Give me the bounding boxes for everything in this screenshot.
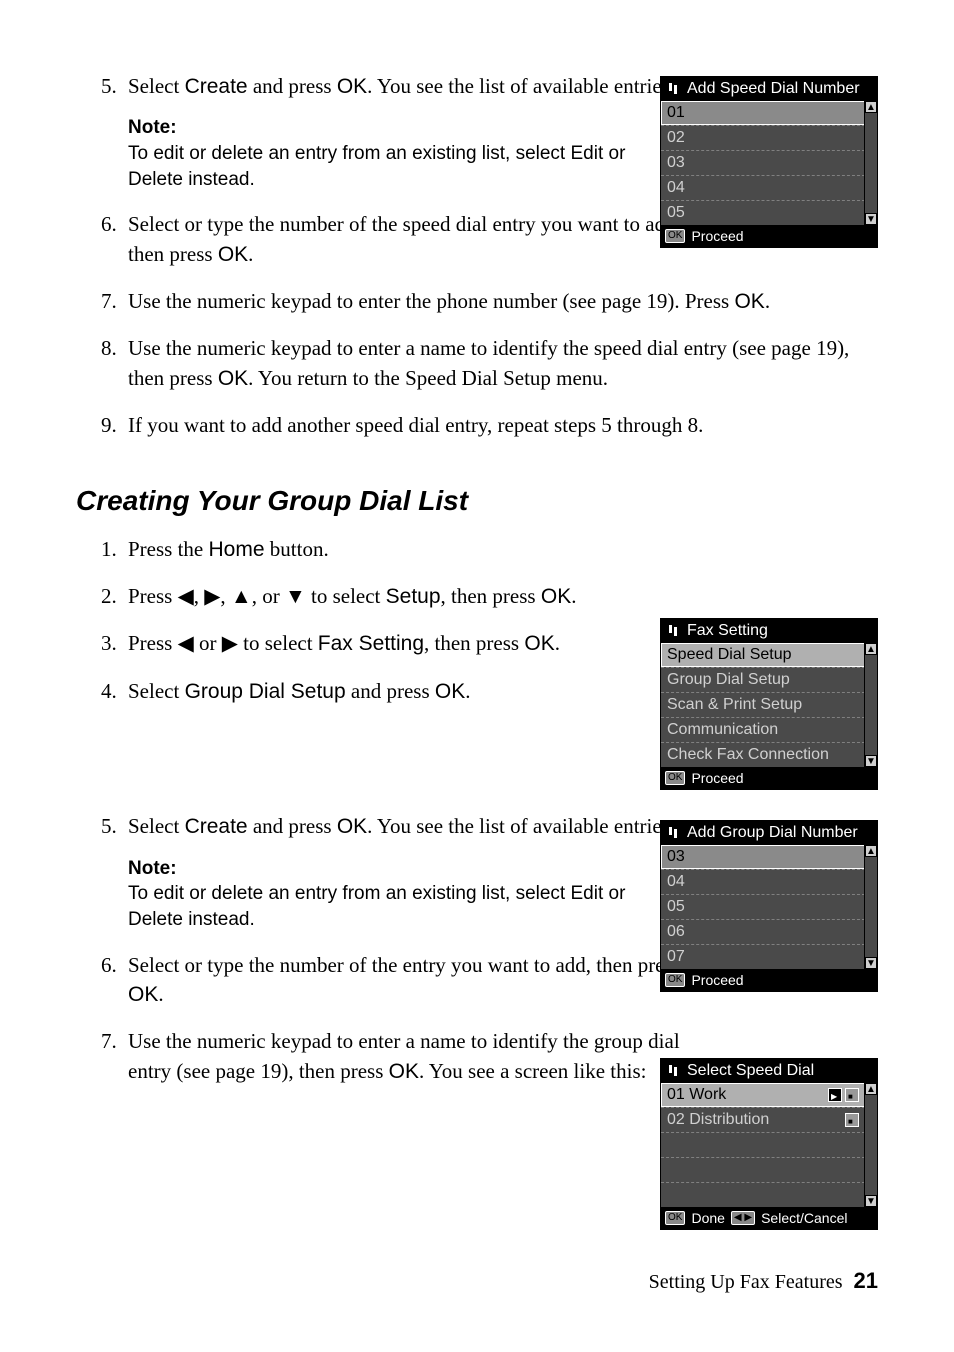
tool-icon [667,1064,681,1078]
scroll-down-icon[interactable]: ▼ [865,755,877,767]
lcd-row[interactable]: 02 [661,125,865,150]
section-heading: Creating Your Group Dial List [76,485,878,517]
note-block: Note: To edit or delete an entry from an… [128,115,682,192]
lcd-titlebar: Select Speed Dial [661,1059,877,1083]
lcd-row[interactable]: 06 [661,919,865,944]
lcd-add-speed-dial: Add Speed Dial Number 01 02 03 04 05 ▲ ▼… [660,76,878,248]
right-arrow-icon: ▶ [222,629,238,658]
lcd-footer: OK Proceed [661,225,877,247]
lcd-row[interactable] [661,1157,865,1182]
scroll-up-icon[interactable]: ▲ [865,643,877,655]
lcd-row[interactable]: Group Dial Setup [661,667,865,692]
tool-icon [667,624,681,638]
lcd-row[interactable]: 05 [661,200,865,225]
lcd-footer-select: Select/Cancel [761,1210,847,1226]
step-9: If you want to add another speed dial en… [122,411,878,440]
stepb-1: Press the Home button. [122,535,682,564]
lcd-row[interactable]: Scan & Print Setup [661,692,865,717]
ok-badge-icon: OK [665,1211,685,1225]
lcd-row[interactable]: 04 [661,175,865,200]
lcd-title: Add Group Dial Number [687,824,858,842]
lcd-footer-text: Proceed [691,770,743,786]
scroll-up-icon[interactable]: ▲ [865,101,877,113]
lcd-row[interactable]: 07 [661,944,865,969]
tool-icon [667,826,681,840]
page-number: 21 [854,1268,878,1293]
lcd-row[interactable]: 03 [661,150,865,175]
lr-badge-icon: ◀ ▶ [731,1211,755,1225]
footer-section: Setting Up Fax Features [649,1271,843,1293]
stepb-5: Select Create and press OK. You see the … [122,812,682,932]
scroll-down-icon[interactable]: ▼ [865,957,877,969]
steps-list-a: Select Create and press OK. You see the … [76,72,682,269]
lcd-footer: OK Proceed [661,767,877,789]
step-7: Use the numeric keypad to enter the phon… [122,287,878,316]
lcd-row[interactable]: 02 Distribution [661,1107,865,1132]
lcd-scrollbar[interactable]: ▲ ▼ [864,845,877,969]
stepb-2: Press ◀, ▶, ▲, or ▼ to select Setup, the… [122,582,682,611]
note-block: Note: To edit or delete an entry from an… [128,856,682,933]
lcd-row[interactable]: 05 [661,894,865,919]
lcd-row[interactable]: Communication [661,717,865,742]
lcd-row[interactable]: 01 Work [661,1083,865,1107]
step-6: Select or type the number of the speed d… [122,210,682,269]
up-arrow-icon: ▲ [231,582,252,611]
down-arrow-icon: ▼ [285,582,306,611]
ok-badge-icon: OK [665,229,685,243]
stepb-4: Select Group Dial Setup and press OK. [122,677,682,706]
lcd-rows: 01 02 03 04 05 ▲ ▼ [661,101,877,225]
stop-icon [845,1113,859,1127]
lcd-footer-text: Proceed [691,972,743,988]
lcd-title: Select Speed Dial [687,1062,814,1080]
scroll-down-icon[interactable]: ▼ [865,213,877,225]
lcd-titlebar: Add Speed Dial Number [661,77,877,101]
lcd-scrollbar[interactable]: ▲ ▼ [864,1083,877,1207]
scroll-up-icon[interactable]: ▲ [865,1083,877,1095]
lcd-fax-setting: Fax Setting Speed Dial Setup Group Dial … [660,618,878,790]
lcd-titlebar: Fax Setting [661,619,877,643]
lcd-row[interactable]: 03 [661,845,865,869]
stepb-7: Use the numeric keypad to enter a name t… [122,1027,682,1086]
lcd-titlebar: Add Group Dial Number [661,821,877,845]
lcd-footer-text: Proceed [691,228,743,244]
step-5: Select Create and press OK. You see the … [122,72,682,192]
left-arrow-icon: ◀ [178,582,194,611]
lcd-scrollbar[interactable]: ▲ ▼ [864,101,877,225]
right-arrow-icon: ▶ [204,582,220,611]
lcd-row[interactable] [661,1182,865,1207]
lcd-footer-done: Done [691,1210,724,1226]
scroll-up-icon[interactable]: ▲ [865,845,877,857]
lcd-rows: 01 Work 02 Distribution ▲ ▼ [661,1083,877,1207]
ok-badge-icon: OK [665,771,685,785]
lcd-rows: Speed Dial Setup Group Dial Setup Scan &… [661,643,877,767]
lcd-row[interactable]: 04 [661,869,865,894]
stepb-6: Select or type the number of the entry y… [122,951,682,1010]
lcd-row[interactable]: Check Fax Connection [661,742,865,767]
left-arrow-icon: ◀ [178,629,194,658]
lcd-footer: OK Proceed [661,969,877,991]
lcd-title: Add Speed Dial Number [687,80,860,98]
steps-list-b: Press the Home button. Press ◀, ▶, ▲, or… [76,535,682,707]
scroll-down-icon[interactable]: ▼ [865,1195,877,1207]
lcd-rows: 03 04 05 06 07 ▲ ▼ [661,845,877,969]
lcd-row[interactable]: 01 [661,101,865,125]
lcd-title: Fax Setting [687,622,768,640]
ok-badge-icon: OK [665,973,685,987]
lcd-select-speed-dial: Select Speed Dial 01 Work 02 Distributio… [660,1058,878,1230]
check-icon [828,1088,842,1102]
note-heading: Note: [128,115,682,141]
tool-icon [667,82,681,96]
lcd-row[interactable] [661,1132,865,1157]
stop-icon [845,1088,859,1102]
lcd-add-group-dial: Add Group Dial Number 03 04 05 06 07 ▲ ▼… [660,820,878,992]
lcd-scrollbar[interactable]: ▲ ▼ [864,643,877,767]
note-heading: Note: [128,856,682,882]
step-8: Use the numeric keypad to enter a name t… [122,334,878,393]
page-footer: Setting Up Fax Features 21 [649,1268,878,1294]
stepb-3: Press ◀ or ▶ to select Fax Setting, then… [122,629,682,658]
steps-list-b2: Select Create and press OK. You see the … [76,812,682,1086]
steps-list-a-wide: Use the numeric keypad to enter the phon… [76,287,878,441]
lcd-footer: OK Done ◀ ▶ Select/Cancel [661,1207,877,1229]
lcd-row[interactable]: Speed Dial Setup [661,643,865,667]
